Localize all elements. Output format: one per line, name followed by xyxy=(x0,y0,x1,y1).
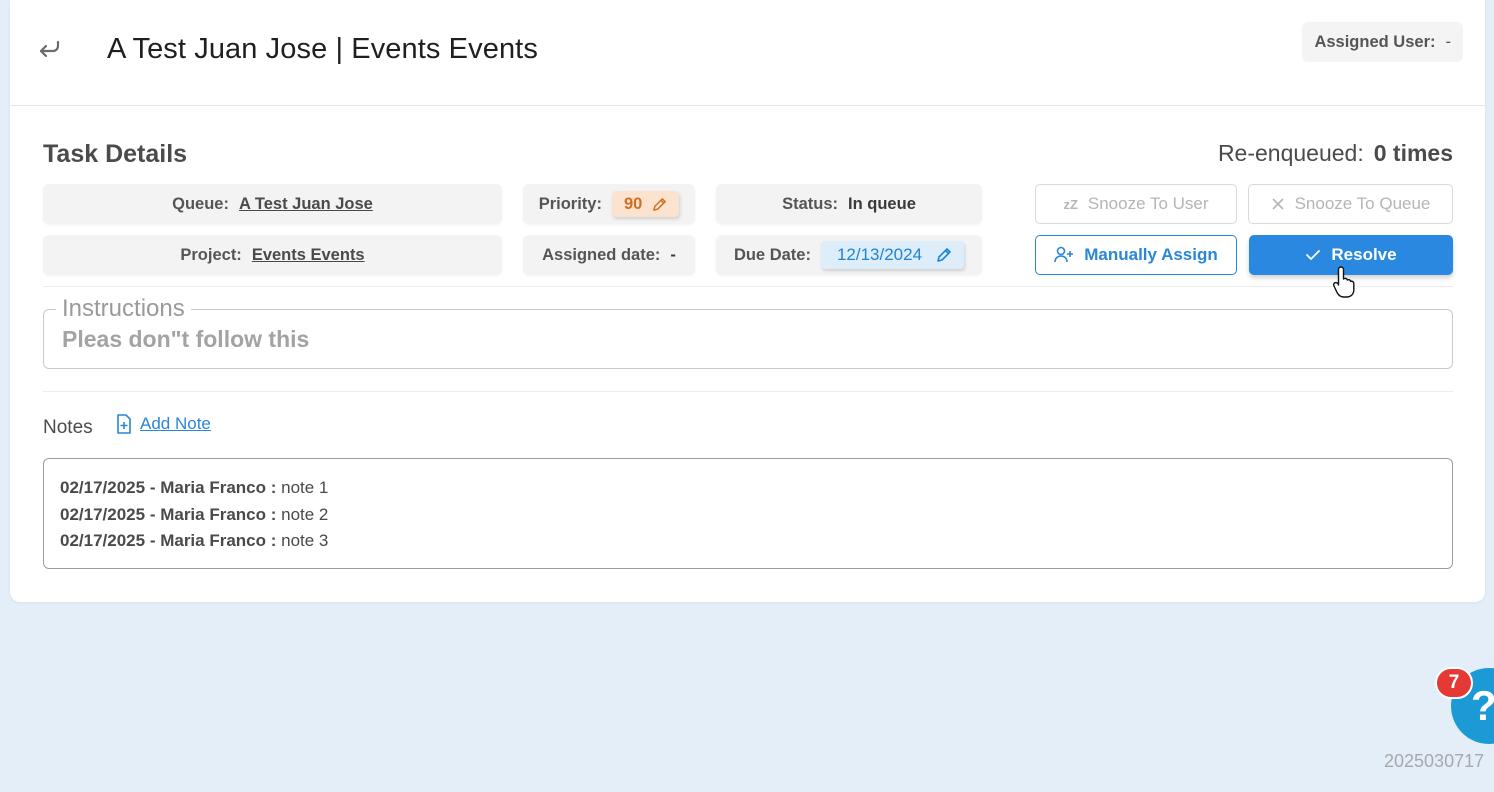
assigned-date-label: Assigned date: xyxy=(542,245,661,264)
question-icon: ? xyxy=(1471,682,1494,730)
note-text: note 2 xyxy=(281,504,329,524)
snooze-to-user-label: Snooze To User xyxy=(1087,194,1209,213)
snooze-to-queue-button[interactable]: Snooze To Queue xyxy=(1248,184,1453,224)
note-text: note 3 xyxy=(281,531,329,550)
due-date-value: 12/13/2024 xyxy=(836,245,923,264)
note-author: Maria Franco xyxy=(160,531,267,550)
project-link[interactable]: Events Events xyxy=(252,246,365,265)
assigned-date-field: Assigned date: - xyxy=(523,235,695,275)
snooze-icon: zZ xyxy=(1063,196,1078,212)
queue-link[interactable]: A Test Juan Jose xyxy=(239,195,373,214)
instructions-box: Instructions Pleas don"t follow this xyxy=(43,295,1453,369)
notes-list: 02/17/2025 - Maria Franco : note 1 02/17… xyxy=(43,458,1453,569)
status-label: Status: xyxy=(782,194,839,213)
priority-label: Priority: xyxy=(538,194,602,213)
add-note-label: Add Note xyxy=(140,414,211,433)
assigned-user-badge: Assigned User: - xyxy=(1302,22,1463,62)
assigned-user-value: - xyxy=(1445,32,1452,51)
note-date: 02/17/2025 xyxy=(60,504,146,524)
task-card: A Test Juan Jose | Events Events Assigne… xyxy=(10,0,1485,602)
add-user-icon xyxy=(1054,246,1074,263)
version-label: 2025030717 xyxy=(1384,751,1485,771)
instructions-legend: Instructions xyxy=(56,295,191,323)
status-value: In queue xyxy=(848,194,916,213)
note-item: 02/17/2025 - Maria Franco : note 2 xyxy=(60,504,329,524)
note-author: Maria Franco xyxy=(160,478,267,497)
divider xyxy=(43,286,1453,287)
section-title: Task Details xyxy=(43,140,188,168)
snooze-to-queue-label: Snooze To Queue xyxy=(1294,194,1431,213)
assigned-user-label: Assigned User: xyxy=(1314,32,1436,51)
notes-label: Notes xyxy=(43,417,93,438)
pencil-icon xyxy=(653,197,667,211)
reenqueued-count: Re-enqueued: 0 times xyxy=(1218,140,1453,167)
manually-assign-button[interactable]: Manually Assign xyxy=(1035,235,1237,275)
page-title: A Test Juan Jose | Events Events xyxy=(107,33,538,65)
priority-chip[interactable]: 90 xyxy=(611,191,680,217)
note-author: Maria Franco xyxy=(160,504,267,524)
note-date: 02/17/2025 xyxy=(60,478,146,497)
note-item: 02/17/2025 - Maria Franco : note 3 xyxy=(60,531,329,550)
priority-value: 90 xyxy=(623,194,643,213)
assigned-date-value: - xyxy=(670,245,676,264)
note-date: 02/17/2025 xyxy=(60,531,146,550)
note-item: 02/17/2025 - Maria Franco : note 1 xyxy=(60,478,329,497)
add-file-icon xyxy=(117,414,131,434)
project-field: Project: Events Events xyxy=(43,235,502,275)
close-icon xyxy=(1272,198,1284,210)
project-label: Project: xyxy=(180,245,242,264)
note-text: note 1 xyxy=(281,478,329,497)
queue-field: Queue: A Test Juan Jose xyxy=(43,184,502,224)
reenqueued-label: Re-enqueued: xyxy=(1217,140,1364,166)
due-date-field: Due Date: 12/13/2024 xyxy=(716,235,982,275)
check-icon xyxy=(1306,250,1321,260)
priority-field: Priority: 90 xyxy=(523,184,695,224)
pencil-icon xyxy=(937,248,951,262)
due-date-chip[interactable]: 12/13/2024 xyxy=(820,241,965,269)
reenqueued-value: 0 times xyxy=(1373,140,1453,166)
manually-assign-label: Manually Assign xyxy=(1084,245,1218,264)
hand-cursor-icon xyxy=(1332,266,1355,298)
instructions-text: Pleas don"t follow this xyxy=(62,326,310,352)
task-header: A Test Juan Jose | Events Events Assigne… xyxy=(10,0,1485,106)
notification-badge: 7 xyxy=(1435,667,1473,699)
queue-label: Queue: xyxy=(172,194,229,213)
due-date-label: Due Date: xyxy=(733,245,811,264)
snooze-to-user-button[interactable]: zZ Snooze To User xyxy=(1035,184,1237,224)
back-arrow-icon[interactable] xyxy=(36,34,64,62)
divider xyxy=(43,391,1453,392)
resolve-label: Resolve xyxy=(1331,245,1397,264)
status-field: Status: In queue xyxy=(716,184,982,224)
add-note-link[interactable]: Add Note xyxy=(116,414,211,434)
